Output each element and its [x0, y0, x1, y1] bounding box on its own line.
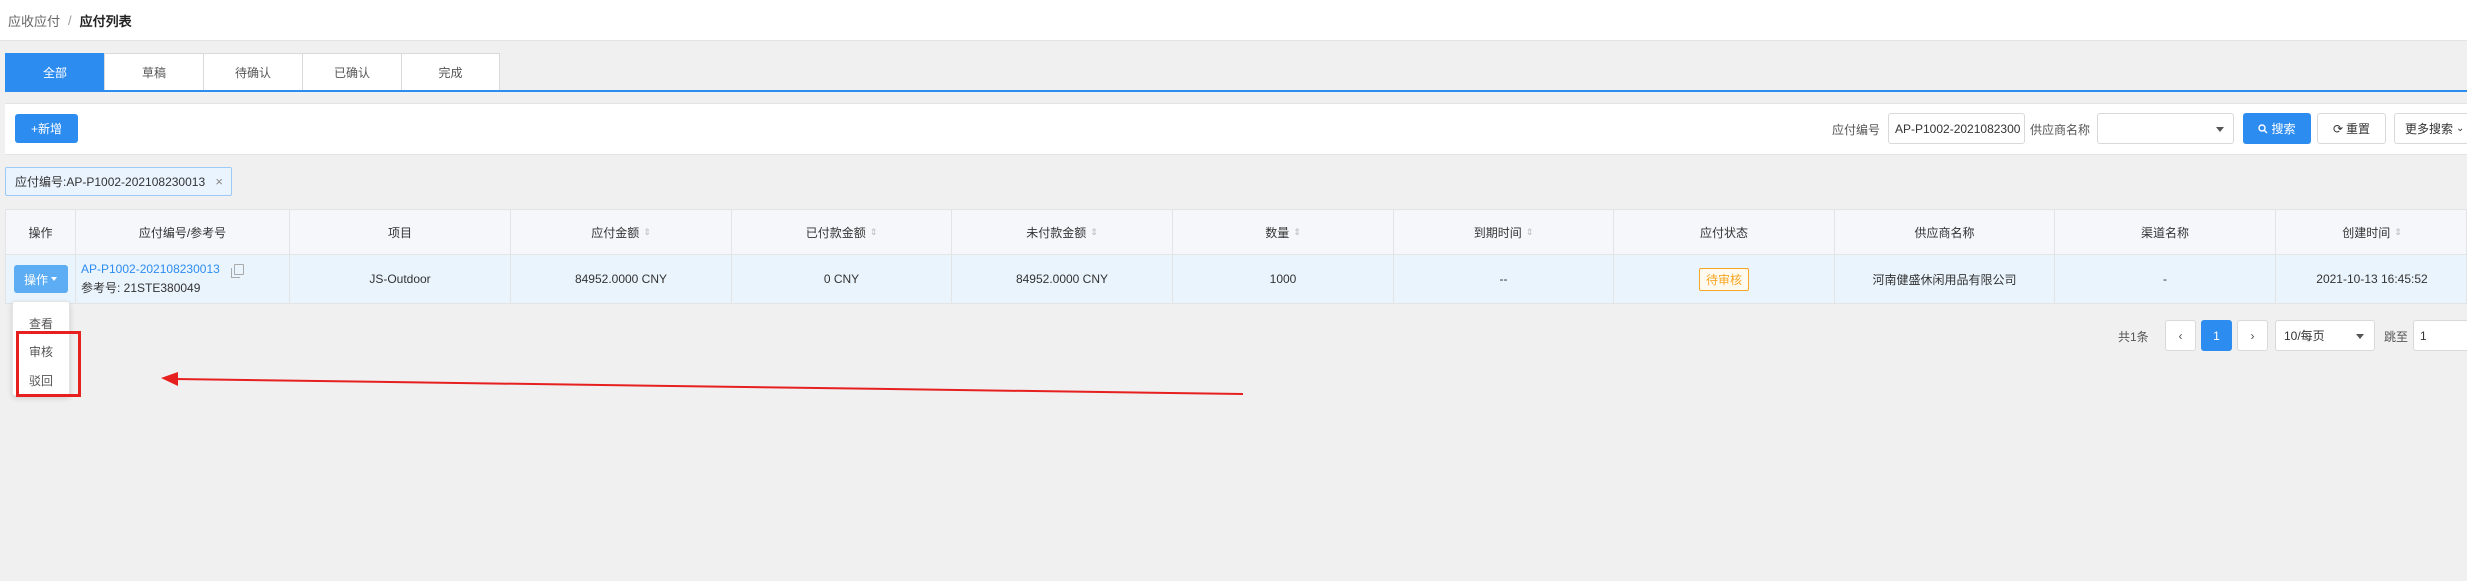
cell-code: AP-P1002-202108230013 参考号: 21STE380049: [76, 255, 290, 303]
col-header-status: 应付状态: [1614, 210, 1835, 255]
payables-table: 操作 应付编号/参考号 项目 应付金额 ⇕ 已付款金额 ⇕ 未付款金额 ⇕ 数量 ⇕ 到…: [5, 209, 2467, 304]
col-header-quantity[interactable]: 数量 ⇕: [1173, 210, 1394, 255]
table-header: 操作 应付编号/参考号 项目 应付金额 ⇕ 已付款金额 ⇕ 未付款金额 ⇕ 数量 ⇕ 到…: [6, 210, 2466, 255]
cell-paid: 0 CNY: [732, 255, 952, 303]
search-button-label: 搜索: [2271, 122, 2296, 136]
cell-supplier: 河南健盛休闲用品有限公司: [1835, 255, 2055, 303]
col-header-actions: 操作: [6, 210, 76, 255]
sort-icon[interactable]: ⇕: [1090, 228, 1098, 237]
col-header-created[interactable]: 创建时间 ⇕: [2276, 210, 2467, 255]
tab-completed[interactable]: 完成: [401, 53, 500, 91]
cell-created: 2021-10-13 16:45:52: [2316, 272, 2428, 286]
cell-actions: 操作: [6, 255, 76, 303]
payable-code-link[interactable]: AP-P1002-202108230013: [81, 262, 220, 276]
tab-confirmed[interactable]: 已确认: [302, 53, 401, 91]
active-filter-label: 应付编号:AP-P1002-202108230013: [15, 175, 206, 189]
add-button[interactable]: +新增: [15, 114, 78, 143]
code-filter-input[interactable]: AP-P1002-2021082300: [1888, 113, 2025, 144]
cell-quantity: 1000: [1173, 255, 1394, 303]
cell-amount: 84952.0000 CNY: [511, 255, 732, 303]
tab-draft[interactable]: 草稿: [104, 53, 203, 91]
status-tabs: 全部 草稿 待确认 已确认 完成: [5, 53, 500, 91]
menu-item-view[interactable]: 查看: [13, 310, 69, 336]
reset-button-label: 重置: [2346, 122, 2371, 136]
chevron-down-icon: [2216, 127, 2224, 132]
breadcrumb-current: 应付列表: [79, 13, 132, 29]
copy-icon[interactable]: [230, 263, 244, 278]
pagination-total: 共1条: [2118, 330, 2149, 344]
breadcrumb-parent[interactable]: 应收应付: [8, 11, 60, 30]
col-header-code: 应付编号/参考号: [76, 210, 290, 255]
tab-pending-confirm[interactable]: 待确认: [203, 53, 302, 91]
reset-button[interactable]: ⟳ 重置: [2317, 113, 2386, 144]
chevron-down-icon: [2356, 334, 2364, 339]
breadcrumb-separator: /: [68, 12, 72, 28]
col-header-unpaid[interactable]: 未付款金额 ⇕: [952, 210, 1173, 255]
sort-icon[interactable]: ⇕: [1526, 228, 1534, 237]
supplier-filter-label: 供应商名称: [2030, 123, 2091, 137]
pagination-prev-button[interactable]: ‹: [2165, 320, 2196, 351]
menu-item-approve[interactable]: 审核: [13, 338, 69, 364]
menu-item-reject[interactable]: 驳回: [13, 367, 69, 393]
pagination-page-1[interactable]: 1: [2201, 320, 2232, 351]
col-header-channel: 渠道名称: [2055, 210, 2276, 255]
reference-number: 参考号: 21STE380049: [81, 281, 201, 295]
breadcrumb: 应收应付 / 应付列表: [0, 0, 2467, 41]
table-row: 操作 AP-P1002-202108230013 参考号: 21STE38004…: [6, 255, 2466, 303]
sort-icon[interactable]: ⇕: [643, 228, 651, 237]
page-size-select[interactable]: 10/每页: [2275, 320, 2375, 351]
search-button[interactable]: 搜索: [2243, 113, 2311, 144]
close-icon[interactable]: ×: [215, 174, 223, 189]
col-header-supplier: 供应商名称: [1835, 210, 2055, 255]
cell-channel: -: [2055, 255, 2276, 303]
col-header-project: 项目: [290, 210, 511, 255]
caret-down-icon: [51, 277, 57, 281]
page-jump-input[interactable]: 1: [2413, 320, 2467, 351]
col-header-amount[interactable]: 应付金额 ⇕: [511, 210, 732, 255]
chevron-down-icon: ⌄: [2456, 123, 2465, 134]
tab-all[interactable]: 全部: [5, 53, 104, 91]
actions-button-label: 操作: [23, 272, 48, 287]
page-jump-label: 跳至: [2384, 330, 2409, 344]
status-badge: 待审核: [1698, 267, 1749, 291]
sort-icon[interactable]: ⇕: [2394, 228, 2402, 237]
tab-underline: [5, 90, 2467, 92]
sort-icon[interactable]: ⇕: [1293, 228, 1301, 237]
sort-icon[interactable]: ⇕: [870, 228, 878, 237]
search-icon: [2258, 123, 2268, 133]
cell-due: --: [1394, 255, 1614, 303]
active-filter-tag: 应付编号:AP-P1002-202108230013 ×: [5, 167, 232, 196]
more-search-button[interactable]: 更多搜索 ⌄: [2394, 113, 2467, 144]
supplier-select[interactable]: [2097, 113, 2234, 144]
cell-unpaid: 84952.0000 CNY: [952, 255, 1173, 303]
actions-dropdown-menu: 查看 审核 驳回: [12, 301, 70, 396]
toolbar: +新增 应付编号 AP-P1002-2021082300 供应商名称 搜索 ⟳ …: [5, 103, 2467, 155]
cell-status: 待审核: [1614, 255, 1835, 303]
col-header-due[interactable]: 到期时间 ⇕: [1394, 210, 1614, 255]
actions-dropdown-button[interactable]: 操作: [13, 265, 68, 293]
cell-project: JS-Outdoor: [290, 255, 511, 303]
pagination-next-button[interactable]: ›: [2237, 320, 2268, 351]
col-header-paid[interactable]: 已付款金额 ⇕: [732, 210, 952, 255]
more-search-label: 更多搜索: [2405, 122, 2454, 136]
code-filter-label: 应付编号: [1832, 123, 1881, 137]
refresh-icon: ⟳: [2332, 121, 2344, 136]
page-size-value: 10/每页: [2284, 329, 2325, 343]
